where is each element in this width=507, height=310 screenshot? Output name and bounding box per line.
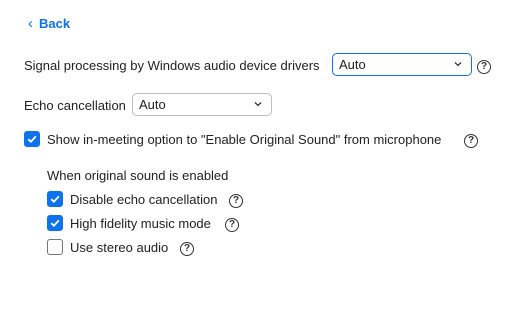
original-sound-label: Show in-meeting option to "Enable Origin… [47, 132, 442, 147]
disable-echo-cancellation-label: Disable echo cancellation [70, 192, 218, 207]
help-icon[interactable]: ? [180, 242, 194, 256]
signal-processing-select[interactable]: Auto [332, 53, 472, 76]
checkmark-icon [27, 135, 37, 143]
checkmark-icon [50, 219, 60, 227]
original-sound-checkbox[interactable] [24, 131, 40, 147]
signal-processing-value: Auto [339, 57, 366, 72]
help-icon[interactable]: ? [225, 218, 239, 232]
help-icon[interactable]: ? [477, 60, 491, 74]
high-fidelity-music-mode-checkbox[interactable] [47, 215, 63, 231]
disable-echo-cancellation-checkbox[interactable] [47, 191, 63, 207]
help-icon[interactable]: ? [229, 194, 243, 208]
back-label: Back [39, 16, 71, 31]
chevron-left-icon: ‹ [28, 15, 33, 32]
back-button[interactable]: ‹ Back [28, 16, 70, 31]
chevron-down-icon [254, 102, 262, 107]
checkmark-icon [50, 195, 60, 203]
original-sound-heading: When original sound is enabled [47, 168, 229, 183]
help-icon[interactable]: ? [464, 134, 478, 148]
echo-cancellation-value: Auto [139, 97, 166, 112]
signal-processing-label: Signal processing by Windows audio devic… [24, 58, 320, 73]
echo-cancellation-select[interactable]: Auto [132, 93, 272, 116]
stereo-audio-checkbox[interactable] [47, 239, 63, 255]
high-fidelity-music-mode-label: High fidelity music mode [70, 216, 211, 231]
chevron-down-icon [454, 62, 462, 67]
stereo-audio-label: Use stereo audio [70, 240, 169, 255]
echo-cancellation-label: Echo cancellation [24, 98, 126, 113]
